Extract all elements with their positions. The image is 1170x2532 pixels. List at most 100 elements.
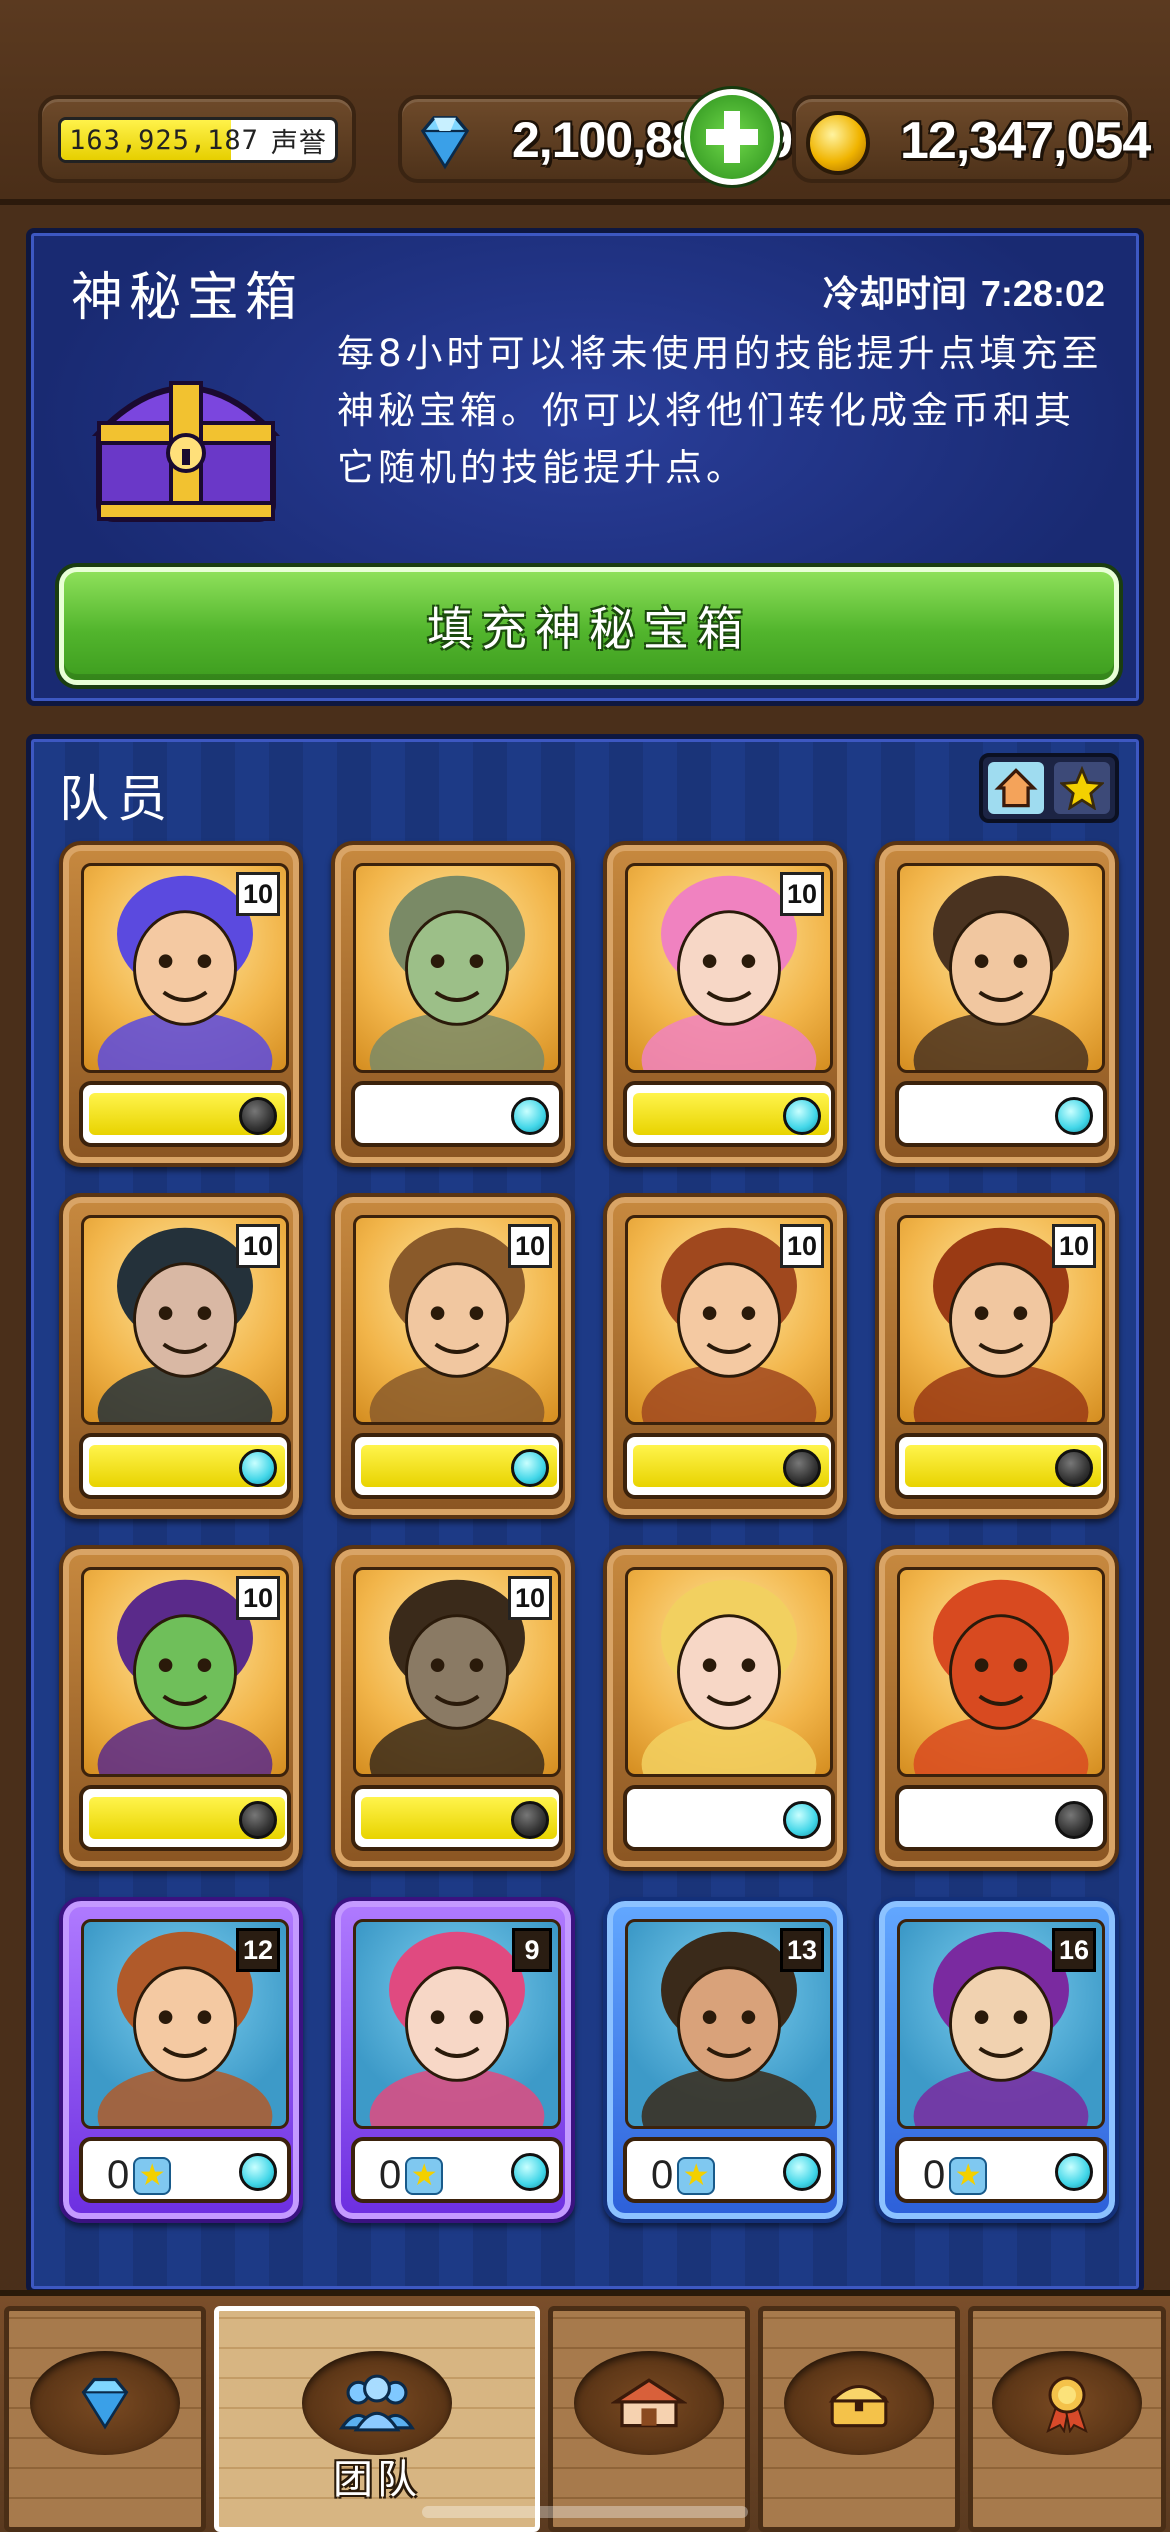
star-count-value: 0 — [923, 2153, 946, 2197]
skill-progress-bar — [623, 1433, 835, 1499]
character-portrait-art — [913, 875, 1089, 1070]
team-member-card[interactable]: 16 0 ★ — [875, 1897, 1119, 2223]
house-icon — [611, 2378, 687, 2428]
skill-point-empty-icon — [239, 1801, 277, 1839]
star-icon: ★ — [677, 2156, 716, 2195]
character-portrait: 10 — [81, 1215, 289, 1425]
star-count-value: 0 — [107, 2153, 130, 2197]
skill-progress-bar — [79, 1785, 291, 1851]
team-member-card[interactable] — [875, 1545, 1119, 1871]
fill-chest-button[interactable]: 填充神秘宝箱 — [59, 567, 1119, 685]
team-member-card[interactable] — [331, 841, 575, 1167]
team-member-card[interactable]: 10 — [875, 1193, 1119, 1519]
cooldown-label: 冷却时间 — [822, 274, 967, 315]
character-portrait-art — [913, 1579, 1089, 1774]
skill-progress-bar — [351, 1081, 563, 1147]
star-icon: ★ — [405, 2156, 444, 2195]
team-member-card[interactable]: 10 — [59, 1193, 303, 1519]
reputation-pill[interactable]: 163,925,187 声誉 — [38, 95, 356, 183]
character-portrait: 12 — [81, 1919, 289, 2129]
skill-progress-bar — [623, 1785, 835, 1851]
reputation-value: 163,925,187 — [69, 124, 259, 156]
team-member-card[interactable]: 10 — [331, 1545, 575, 1871]
skill-point-orb-icon — [511, 1449, 549, 1487]
gold-coin-icon — [806, 111, 870, 175]
chest-title: 神秘宝箱 — [71, 268, 304, 328]
star-count: 0 ★ — [923, 2153, 988, 2198]
character-portrait: 10 — [353, 1567, 561, 1777]
level-badge: 10 — [507, 1576, 552, 1620]
skill-point-empty-icon — [1055, 1801, 1093, 1839]
team-member-card[interactable] — [603, 1545, 847, 1871]
character-portrait: 10 — [81, 1567, 289, 1777]
nav-achievements-tab[interactable] — [968, 2306, 1166, 2532]
level-badge: 10 — [235, 1576, 280, 1620]
skill-progress-bar — [351, 1433, 563, 1499]
skill-point-orb-icon — [1055, 1097, 1093, 1135]
team-member-card[interactable]: 10 — [59, 841, 303, 1167]
skill-point-orb-icon — [239, 2153, 277, 2191]
skill-point-orb-icon — [783, 2153, 821, 2191]
skill-point-orb-icon — [783, 1801, 821, 1839]
team-member-card[interactable]: 10 — [603, 1193, 847, 1519]
star-count: 0 ★ — [379, 2153, 444, 2198]
skill-progress-bar — [895, 1785, 1107, 1851]
skill-point-orb-icon — [239, 1449, 277, 1487]
skill-progress-bar — [79, 1081, 291, 1147]
character-portrait-art — [369, 875, 545, 1070]
nav-chest-tab[interactable] — [758, 2306, 960, 2532]
level-badge: 10 — [779, 1224, 824, 1268]
medal-icon — [1046, 2376, 1088, 2433]
bottom-navigation: 团队 — [0, 2290, 1170, 2532]
filter-home-button[interactable] — [988, 762, 1044, 814]
team-icon — [338, 2374, 416, 2432]
team-member-card[interactable]: 13 0 ★ — [603, 1897, 847, 2223]
level-badge: 10 — [779, 872, 824, 916]
skill-progress-bar — [79, 1433, 291, 1499]
skill-progress-bar — [623, 1081, 835, 1147]
character-portrait: 16 — [897, 1919, 1105, 2129]
treasure-chest-icon — [91, 381, 281, 522]
team-member-card[interactable]: 10 — [603, 841, 847, 1167]
character-portrait: 13 — [625, 1919, 833, 2129]
level-badge: 9 — [512, 1928, 552, 1972]
gems-pill[interactable]: 2,100,881,297 — [398, 89, 820, 185]
character-portrait: 10 — [625, 1215, 833, 1425]
team-title: 队员 — [59, 770, 175, 828]
nav-team-label: 团队 — [333, 2457, 421, 2503]
team-member-card[interactable]: 12 0 ★ — [59, 1897, 303, 2223]
currency-bar: 163,925,187 声誉 2,100,881,297 12,347,054 — [0, 0, 1170, 205]
character-portrait: 10 — [625, 863, 833, 1073]
diamond-icon — [81, 2377, 129, 2430]
level-badge: 13 — [779, 1928, 824, 1972]
star-icon — [1060, 766, 1104, 810]
skill-progress-bar — [351, 1785, 563, 1851]
nav-gems-tab[interactable] — [4, 2306, 206, 2532]
nav-buildings-tab[interactable] — [548, 2306, 750, 2532]
level-badge: 10 — [235, 872, 280, 916]
skill-progress-bar: 0 ★ — [79, 2137, 291, 2203]
star-count: 0 ★ — [107, 2153, 172, 2198]
team-member-card[interactable]: 10 — [59, 1545, 303, 1871]
team-member-card[interactable]: 10 — [331, 1193, 575, 1519]
chest-description: 每8小时可以将未使用的技能提升点填充至神秘宝箱。你可以将他们转化成金币和其它随机… — [337, 332, 1103, 489]
diamond-icon — [420, 116, 470, 170]
cooldown-time: 7:28:02 — [980, 273, 1105, 314]
add-gems-button[interactable] — [684, 89, 780, 185]
character-portrait — [625, 1567, 833, 1777]
skill-point-orb-icon — [783, 1097, 821, 1135]
skill-progress-bar: 0 ★ — [623, 2137, 835, 2203]
level-badge: 12 — [235, 1928, 280, 1972]
character-portrait-art — [641, 1579, 817, 1774]
filter-star-button[interactable] — [1054, 762, 1110, 814]
team-member-card[interactable]: 9 0 ★ — [331, 1897, 575, 2223]
skill-progress-bar: 0 ★ — [351, 2137, 563, 2203]
nav-team-tab[interactable]: 团队 — [214, 2306, 540, 2532]
team-member-card[interactable] — [875, 841, 1119, 1167]
level-badge: 10 — [235, 1224, 280, 1268]
star-count-value: 0 — [651, 2153, 674, 2197]
gold-pill[interactable]: 12,347,054 — [792, 95, 1151, 183]
home-icon — [994, 768, 1038, 808]
skill-point-empty-icon — [511, 1801, 549, 1839]
skill-point-empty-icon — [1055, 1449, 1093, 1487]
